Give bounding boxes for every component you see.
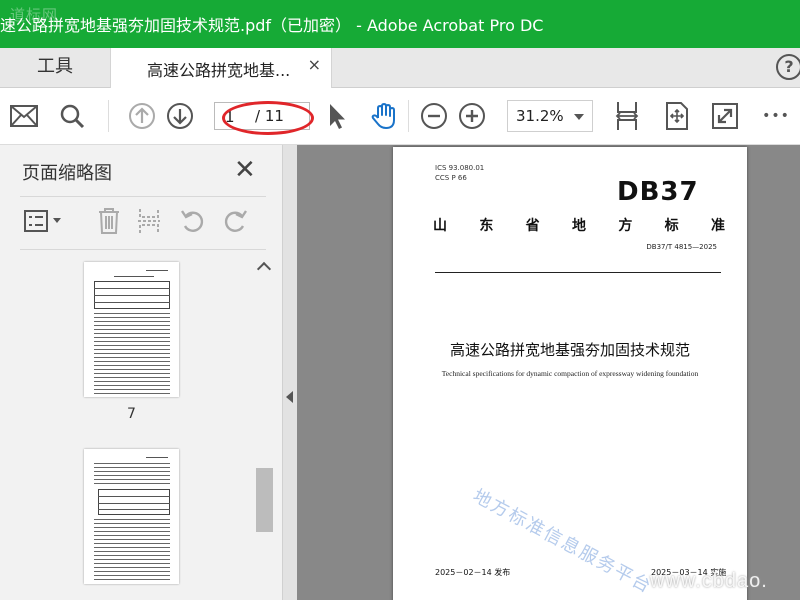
thumbnail-text-line — [98, 496, 170, 497]
category-char: 地 — [571, 218, 586, 234]
rotate-right-icon[interactable] — [220, 206, 250, 236]
category-char: 标 — [664, 218, 679, 234]
standard-number: DB37/T 4815—2025 — [646, 243, 717, 251]
thumbnail-options-icon[interactable] — [22, 206, 64, 236]
zoom-out-icon[interactable] — [418, 100, 450, 132]
panel-divider — [20, 196, 266, 197]
more-icon[interactable]: ••• — [760, 100, 792, 132]
ics-line: ICS 93.080.01 — [435, 164, 485, 172]
document-subtitle-en: Technical specifications for dynamic com… — [441, 369, 699, 378]
document-title: 高速公路拼宽地基强夯加固技术规范 — [449, 341, 690, 359]
standard-category: 山 东 省 地 方 标 准 — [433, 215, 725, 235]
site-watermark: www.cbdao. — [650, 570, 768, 592]
thumbnail-text-line — [98, 509, 170, 510]
panel-close-icon[interactable]: ✕ — [234, 157, 256, 183]
chevron-left-icon — [286, 391, 293, 403]
thumbnail-page-number: 7 — [127, 406, 136, 422]
platform-watermark: 地方标准信息服务平台 — [469, 485, 656, 598]
panel-divider — [20, 249, 266, 250]
ccs-line: CCS P 66 — [435, 174, 467, 182]
thumbnail-scrollbar[interactable] — [255, 258, 275, 600]
header-rule — [435, 272, 721, 273]
page-number-box: / 11 — [214, 102, 310, 130]
tab-close-icon[interactable]: × — [308, 55, 321, 74]
fit-page-icon[interactable] — [661, 100, 693, 132]
thumbnail-text-line — [98, 503, 170, 504]
thumbnail-text-block — [94, 313, 170, 395]
thumbnail-text-line — [94, 295, 170, 296]
scrollbar-thumb[interactable] — [256, 468, 273, 532]
zoom-select[interactable]: 31.2% — [507, 100, 593, 132]
help-icon[interactable]: ? — [776, 54, 800, 80]
title-bar: 道标网 速公路拼宽地基强夯加固技术规范.pdf（已加密） - Adobe Acr… — [0, 0, 800, 48]
document-view[interactable]: ICS 93.080.01 CCS P 66 DB37 山 东 省 地 方 标 … — [297, 145, 800, 600]
pdf-page: ICS 93.080.01 CCS P 66 DB37 山 东 省 地 方 标 … — [393, 147, 747, 600]
thumbnail-table — [98, 489, 170, 515]
category-char: 准 — [710, 218, 725, 234]
category-char: 方 — [618, 218, 633, 234]
category-char: 省 — [525, 218, 540, 234]
tab-tools[interactable]: 工具 — [5, 48, 105, 88]
zoom-in-icon[interactable] — [456, 100, 488, 132]
page-total: / 11 — [255, 107, 284, 125]
fit-width-icon[interactable] — [611, 100, 643, 132]
mail-icon[interactable] — [8, 100, 40, 132]
ics-code: ICS 93.080.01 CCS P 66 — [435, 163, 484, 183]
thumbnail-text-line — [114, 276, 154, 277]
select-cursor-icon[interactable] — [320, 100, 352, 132]
rotate-left-icon[interactable] — [178, 206, 208, 236]
page-down-icon[interactable] — [164, 100, 196, 132]
page-thumbnail[interactable] — [84, 449, 179, 584]
trash-icon[interactable] — [94, 206, 124, 236]
toolbar-separator — [408, 100, 409, 132]
thumbnail-text-block — [94, 519, 170, 583]
db-logo: DB37 — [617, 177, 699, 207]
thumbnail-text-block — [94, 463, 170, 485]
toolbar: / 11 31.2% ••• — [0, 88, 800, 145]
hand-icon[interactable] — [368, 100, 400, 132]
window-title: 速公路拼宽地基强夯加固技术规范.pdf（已加密） - Adobe Acrobat… — [0, 16, 544, 35]
category-char: 山 — [433, 218, 447, 234]
publish-date: 2025－02－14 发布 — [435, 568, 511, 577]
page-thumbnail[interactable] — [84, 262, 179, 397]
toolbar-separator — [108, 100, 109, 132]
chevron-down-icon — [574, 114, 584, 120]
tab-document[interactable]: 高速公路拼宽地基... × — [110, 48, 332, 89]
acrobat-window: 道标网 速公路拼宽地基强夯加固技术规范.pdf（已加密） - Adobe Acr… — [0, 0, 800, 600]
page-thumbnails-panel: 页面缩略图 ✕ 7 — [0, 145, 283, 600]
panel-title: 页面缩略图 — [22, 163, 112, 184]
fullscreen-icon[interactable] — [709, 100, 741, 132]
thumbnail-text-line — [94, 302, 170, 303]
search-icon[interactable] — [56, 100, 88, 132]
page-number-input[interactable] — [225, 107, 247, 127]
page-extract-icon[interactable] — [134, 206, 164, 236]
page-up-icon[interactable] — [126, 100, 158, 132]
thumbnail-text-line — [94, 288, 170, 289]
scroll-up-icon[interactable] — [256, 261, 272, 277]
panel-collapse-handle[interactable] — [283, 145, 297, 600]
thumbnail-text-line — [146, 270, 168, 271]
tab-document-label: 高速公路拼宽地基... — [147, 61, 291, 80]
thumbnail-text-line — [146, 457, 168, 458]
category-char: 东 — [479, 218, 494, 234]
tab-bar: 工具 高速公路拼宽地基... × — [0, 48, 800, 89]
zoom-value: 31.2% — [516, 107, 564, 125]
